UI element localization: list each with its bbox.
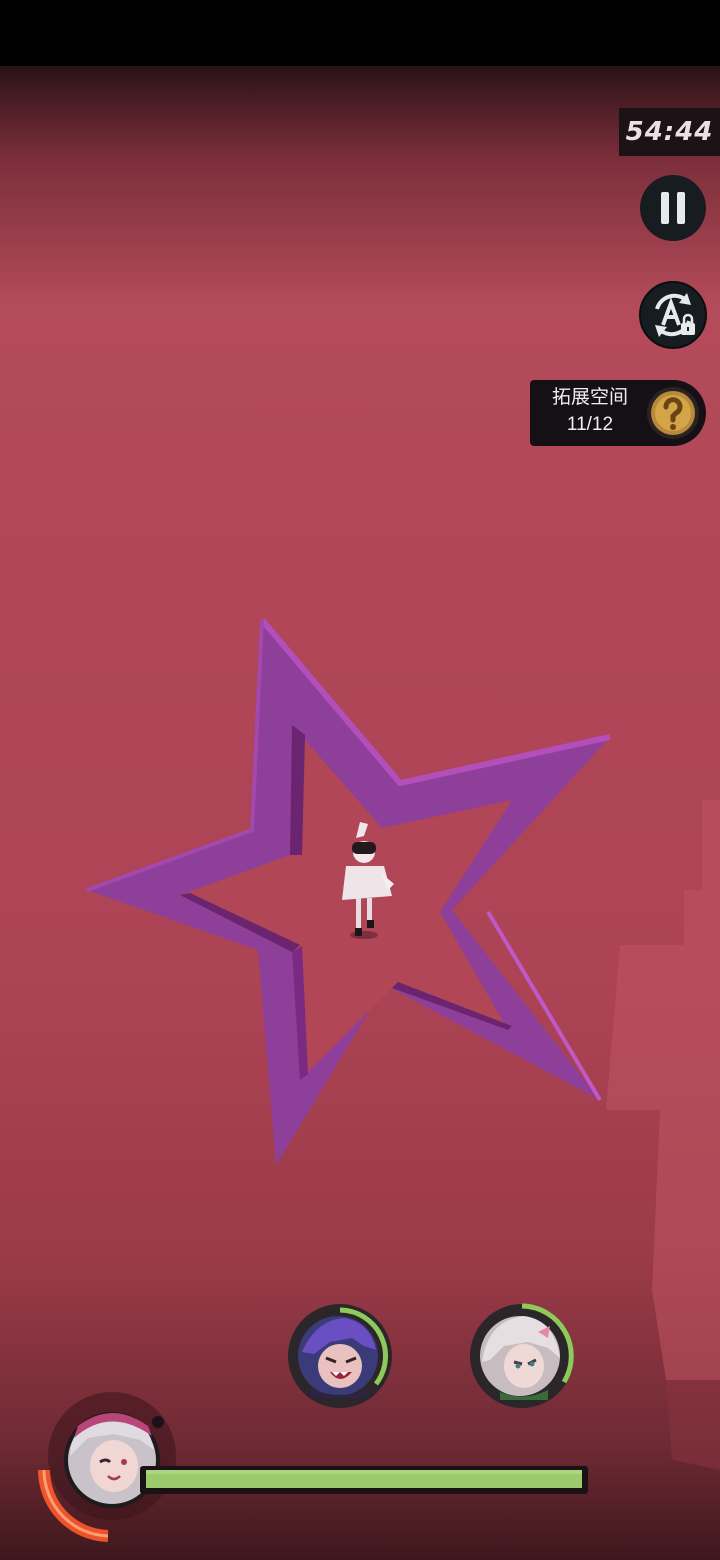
ally-portrait-2[interactable] (468, 1302, 576, 1410)
auto-locked-icon (655, 293, 695, 337)
battle-timer: 54:44 (619, 108, 720, 156)
question-coin-icon[interactable] (646, 386, 700, 440)
ally-portrait-1[interactable] (286, 1302, 394, 1410)
pause-button[interactable] (640, 175, 706, 241)
objective-title: 拓展空间 (551, 387, 628, 408)
pause-icon (661, 192, 685, 224)
leader-hp-bar (140, 1466, 588, 1494)
game-screen: 54:44 拓展空间 11/12 (0, 0, 720, 1560)
objective-progress: 11/12 (566, 414, 614, 435)
objective-panel[interactable]: 拓展空间 11/12 (530, 380, 706, 446)
auto-battle-button[interactable] (639, 281, 707, 349)
